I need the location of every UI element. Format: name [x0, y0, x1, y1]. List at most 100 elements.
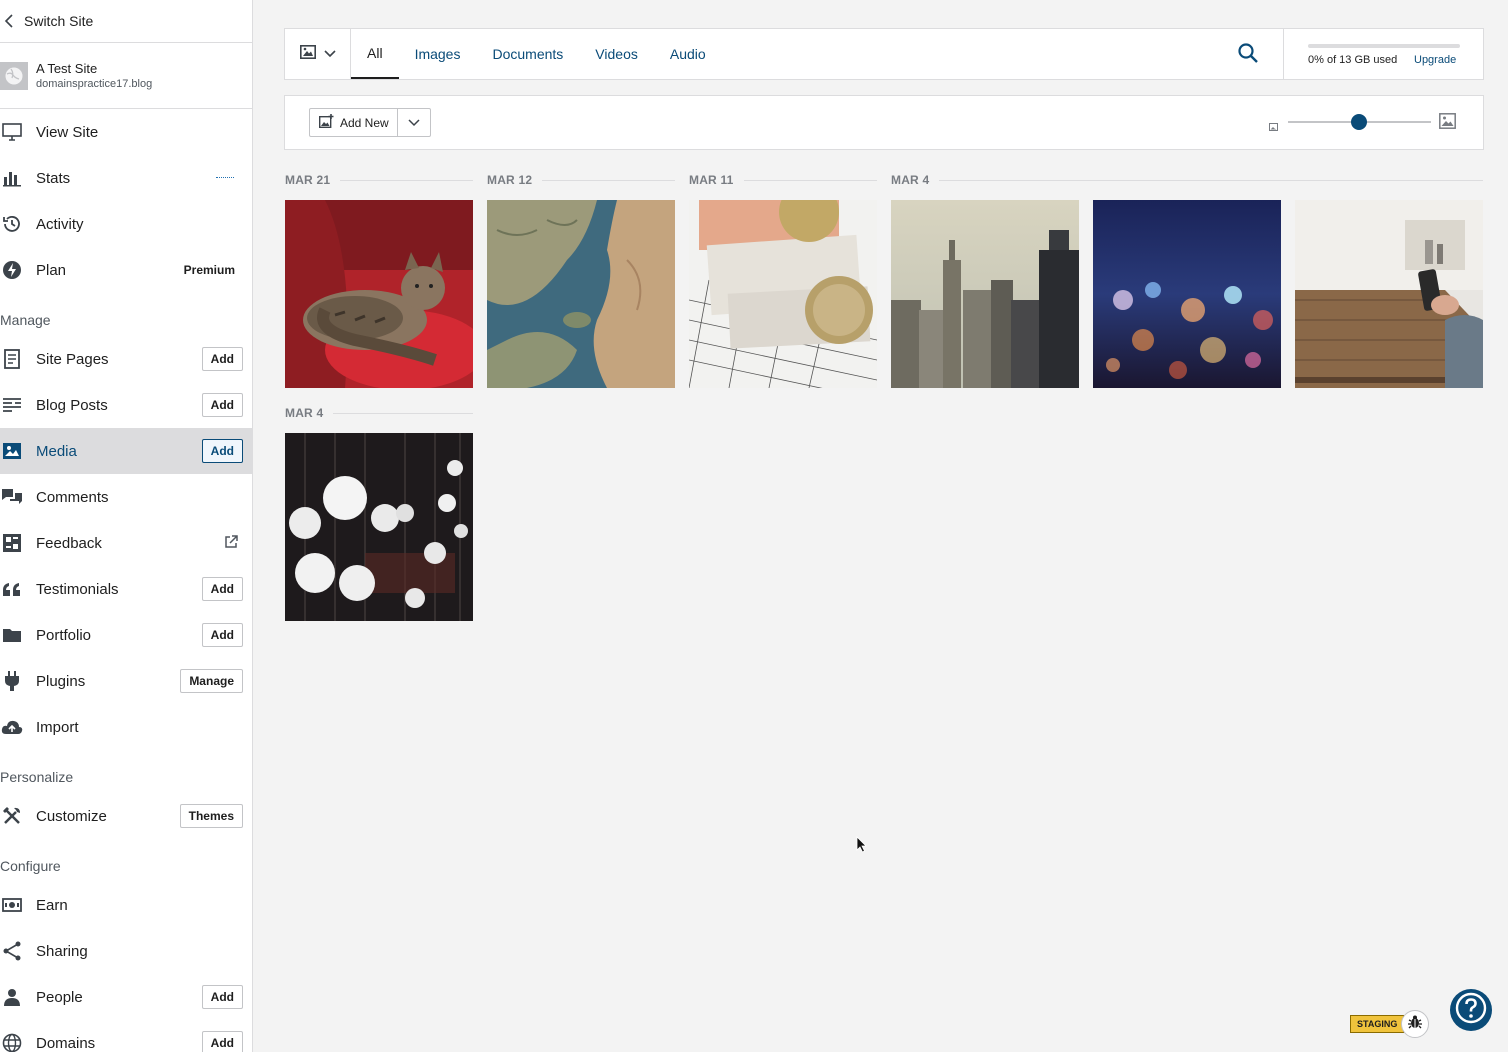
sidebar-item-label: Stats — [36, 169, 71, 187]
sidebar-item-label: People — [36, 988, 83, 1006]
section-configure: Configure — [0, 858, 61, 874]
site-globe-icon — [0, 61, 28, 90]
media-thumbnail-lights[interactable] — [285, 433, 473, 621]
search-icon[interactable] — [1237, 42, 1261, 66]
sidebar-item-import[interactable]: Import — [0, 704, 252, 750]
folder-icon — [0, 623, 24, 647]
sidebar-item-label: Import — [36, 718, 79, 736]
add-post-button[interactable]: Add — [201, 393, 243, 417]
themes-button[interactable]: Themes — [179, 804, 243, 828]
add-new-split-button: Add New — [309, 108, 431, 137]
cloud-upload-icon — [0, 715, 24, 739]
quote-icon — [0, 577, 24, 601]
feedback-grid-icon — [0, 531, 24, 555]
chevron-left-icon — [0, 12, 18, 30]
bar-chart-icon — [0, 166, 24, 190]
tab-images[interactable]: Images — [399, 29, 477, 79]
site-domain: domainspractice17.blog — [36, 77, 153, 90]
sidebar-item-plugins[interactable]: Plugins Manage — [0, 658, 252, 704]
tab-audio[interactable]: Audio — [654, 29, 722, 79]
media-icon — [0, 439, 24, 463]
sidebar-item-plan[interactable]: Plan Premium — [0, 247, 252, 293]
add-new-dropdown-toggle[interactable] — [398, 109, 430, 136]
media-thumbnail-skyline[interactable] — [891, 200, 1079, 388]
media-tabs: All Images Documents Videos Audio — [351, 29, 722, 79]
plan-badge: Premium — [183, 263, 235, 277]
tab-videos[interactable]: Videos — [579, 29, 654, 79]
tab-all[interactable]: All — [351, 29, 399, 79]
add-media-button[interactable]: Add — [201, 439, 243, 463]
sidebar-item-activity[interactable]: Activity — [0, 201, 252, 247]
sidebar-item-label: Plan — [36, 261, 67, 279]
sidebar-item-label: View Site — [36, 123, 99, 141]
chevron-down-icon — [323, 45, 336, 63]
sidebar-item-label: Site Pages — [36, 350, 109, 368]
sidebar-item-site-pages[interactable]: Site Pages Add — [0, 336, 252, 382]
sidebar-item-blog-posts[interactable]: Blog Posts Add — [0, 382, 252, 428]
sidebar-item-feedback[interactable]: Feedback — [0, 520, 252, 566]
upgrade-link[interactable]: Upgrade — [1414, 54, 1456, 66]
current-site-card[interactable]: A Test Site domainspractice17.blog — [0, 43, 252, 109]
sidebar-item-label: Domains — [36, 1034, 96, 1052]
add-page-button[interactable]: Add — [201, 347, 243, 371]
date-group-header: MAR 12 — [487, 173, 675, 187]
media-thumbnail-bokeh[interactable] — [1093, 200, 1281, 388]
add-person-button[interactable]: Add — [201, 985, 243, 1009]
sidebar-item-label: Activity — [36, 215, 84, 233]
mouse-cursor-icon — [856, 836, 868, 859]
media-toolbar: Add New — [284, 95, 1484, 150]
media-thumbnail-map[interactable] — [487, 200, 675, 388]
sidebar-item-label: Earn — [36, 896, 68, 914]
media-filter-bar: All Images Documents Videos Audio 0% of … — [284, 28, 1484, 80]
switch-site-label: Switch Site — [24, 13, 94, 29]
add-new-button[interactable]: Add New — [310, 109, 398, 136]
plan-bolt-icon — [0, 258, 24, 282]
question-mark-icon — [1454, 991, 1488, 1030]
sidebar-item-people[interactable]: People Add — [0, 974, 252, 1020]
date-label: MAR 21 — [285, 173, 331, 187]
plug-icon — [0, 669, 24, 693]
sidebar-item-domains[interactable]: Domains Add — [0, 1020, 252, 1052]
sidebar-item-stats[interactable]: Stats — [0, 155, 252, 201]
sidebar-item-portfolio[interactable]: Portfolio Add — [0, 612, 252, 658]
page-icon — [0, 347, 24, 371]
sidebar-item-customize[interactable]: Customize Themes — [0, 793, 252, 839]
tab-documents[interactable]: Documents — [476, 29, 579, 79]
comments-icon — [0, 485, 24, 509]
zoom-slider-handle[interactable] — [1351, 114, 1367, 130]
staging-badge: STAGING — [1350, 1015, 1405, 1033]
monitor-icon — [0, 120, 24, 144]
sidebar-item-label: Comments — [36, 488, 109, 506]
bug-icon — [1407, 1014, 1423, 1035]
storage-usage: 0% of 13 GB used Upgrade — [1283, 29, 1483, 79]
storage-used-text: 0% of 13 GB used — [1308, 54, 1398, 66]
tools-icon — [0, 804, 24, 828]
help-button[interactable] — [1450, 989, 1492, 1031]
sidebar-item-comments[interactable]: Comments — [0, 474, 252, 520]
sidebar-item-media[interactable]: Media Add — [0, 428, 252, 474]
sidebar-item-view-site[interactable]: View Site — [0, 109, 252, 155]
sidebar-item-earn[interactable]: Earn — [0, 882, 252, 928]
date-label: MAR 11 — [689, 173, 734, 187]
sidebar-item-testimonials[interactable]: Testimonials Add — [0, 566, 252, 612]
history-icon — [0, 212, 24, 236]
manage-plugins-button[interactable]: Manage — [180, 669, 243, 693]
sidebar-item-label: Blog Posts — [36, 396, 108, 414]
sidebar-item-label: Sharing — [36, 942, 88, 960]
media-thumbnail-euro[interactable] — [689, 200, 877, 388]
media-thumbnail-cat[interactable] — [285, 200, 473, 388]
date-label: MAR 4 — [285, 406, 324, 420]
bug-report-button[interactable] — [1401, 1010, 1429, 1038]
add-domain-button[interactable]: Add — [201, 1031, 243, 1052]
share-icon — [0, 939, 24, 963]
add-testimonial-button[interactable]: Add — [201, 577, 243, 601]
section-manage: Manage — [0, 312, 51, 328]
external-link-icon — [224, 535, 238, 553]
sidebar-item-sharing[interactable]: Sharing — [0, 928, 252, 974]
sidebar-item-label: Portfolio — [36, 626, 92, 644]
media-thumbnail-table[interactable] — [1295, 200, 1483, 388]
switch-site-link[interactable]: Switch Site — [0, 0, 252, 43]
sidebar-item-label: Media — [36, 442, 77, 460]
media-source-dropdown[interactable] — [285, 29, 351, 79]
add-portfolio-button[interactable]: Add — [201, 623, 243, 647]
